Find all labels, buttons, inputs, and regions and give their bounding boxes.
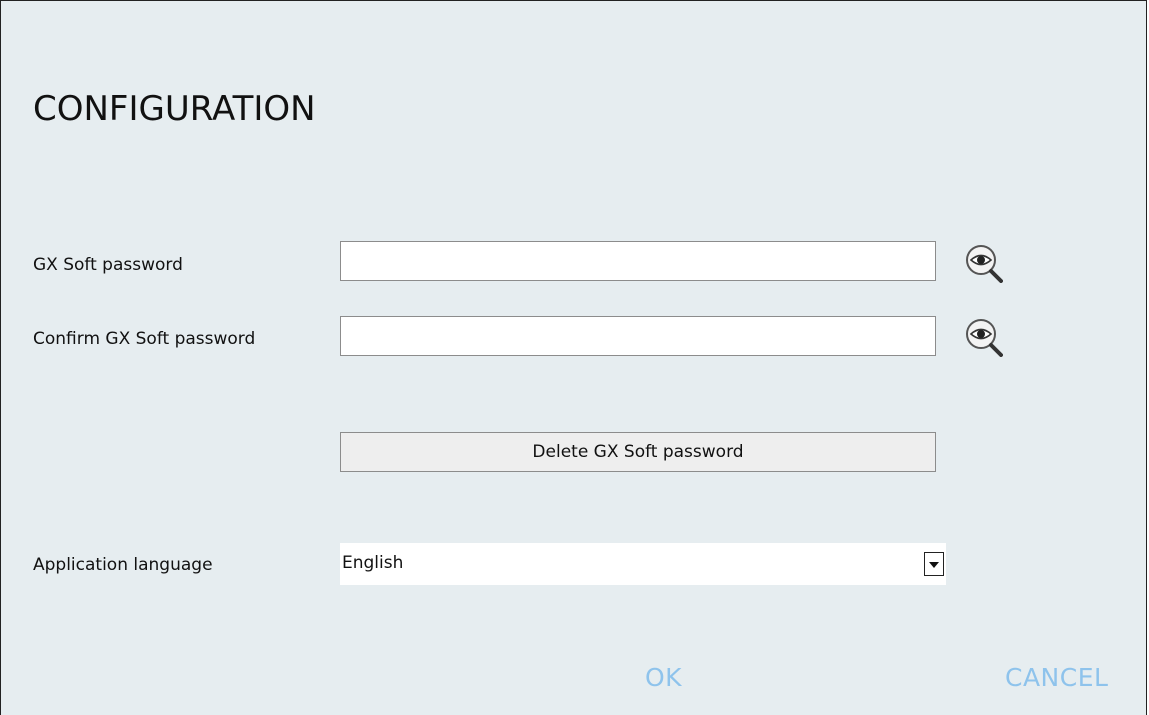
show-password-icon[interactable]	[963, 241, 1003, 283]
cancel-button[interactable]: CANCEL	[1005, 663, 1108, 692]
show-confirm-password-icon[interactable]	[963, 315, 1003, 357]
confirm-password-label: Confirm GX Soft password	[33, 329, 256, 349]
password-label: GX Soft password	[33, 255, 183, 275]
ok-button[interactable]: OK	[645, 663, 682, 692]
language-selected-value: English	[342, 553, 404, 573]
chevron-down-icon[interactable]	[924, 552, 944, 576]
configuration-dialog: CONFIGURATION GX Soft password Confirm G…	[0, 0, 1147, 715]
confirm-password-input[interactable]	[340, 316, 936, 356]
language-select[interactable]: English	[340, 543, 946, 585]
delete-password-button[interactable]: Delete GX Soft password	[340, 432, 936, 472]
password-input[interactable]	[340, 241, 936, 281]
language-label: Application language	[33, 555, 213, 575]
delete-password-button-label: Delete GX Soft password	[532, 442, 744, 462]
dialog-title: CONFIGURATION	[33, 89, 316, 129]
